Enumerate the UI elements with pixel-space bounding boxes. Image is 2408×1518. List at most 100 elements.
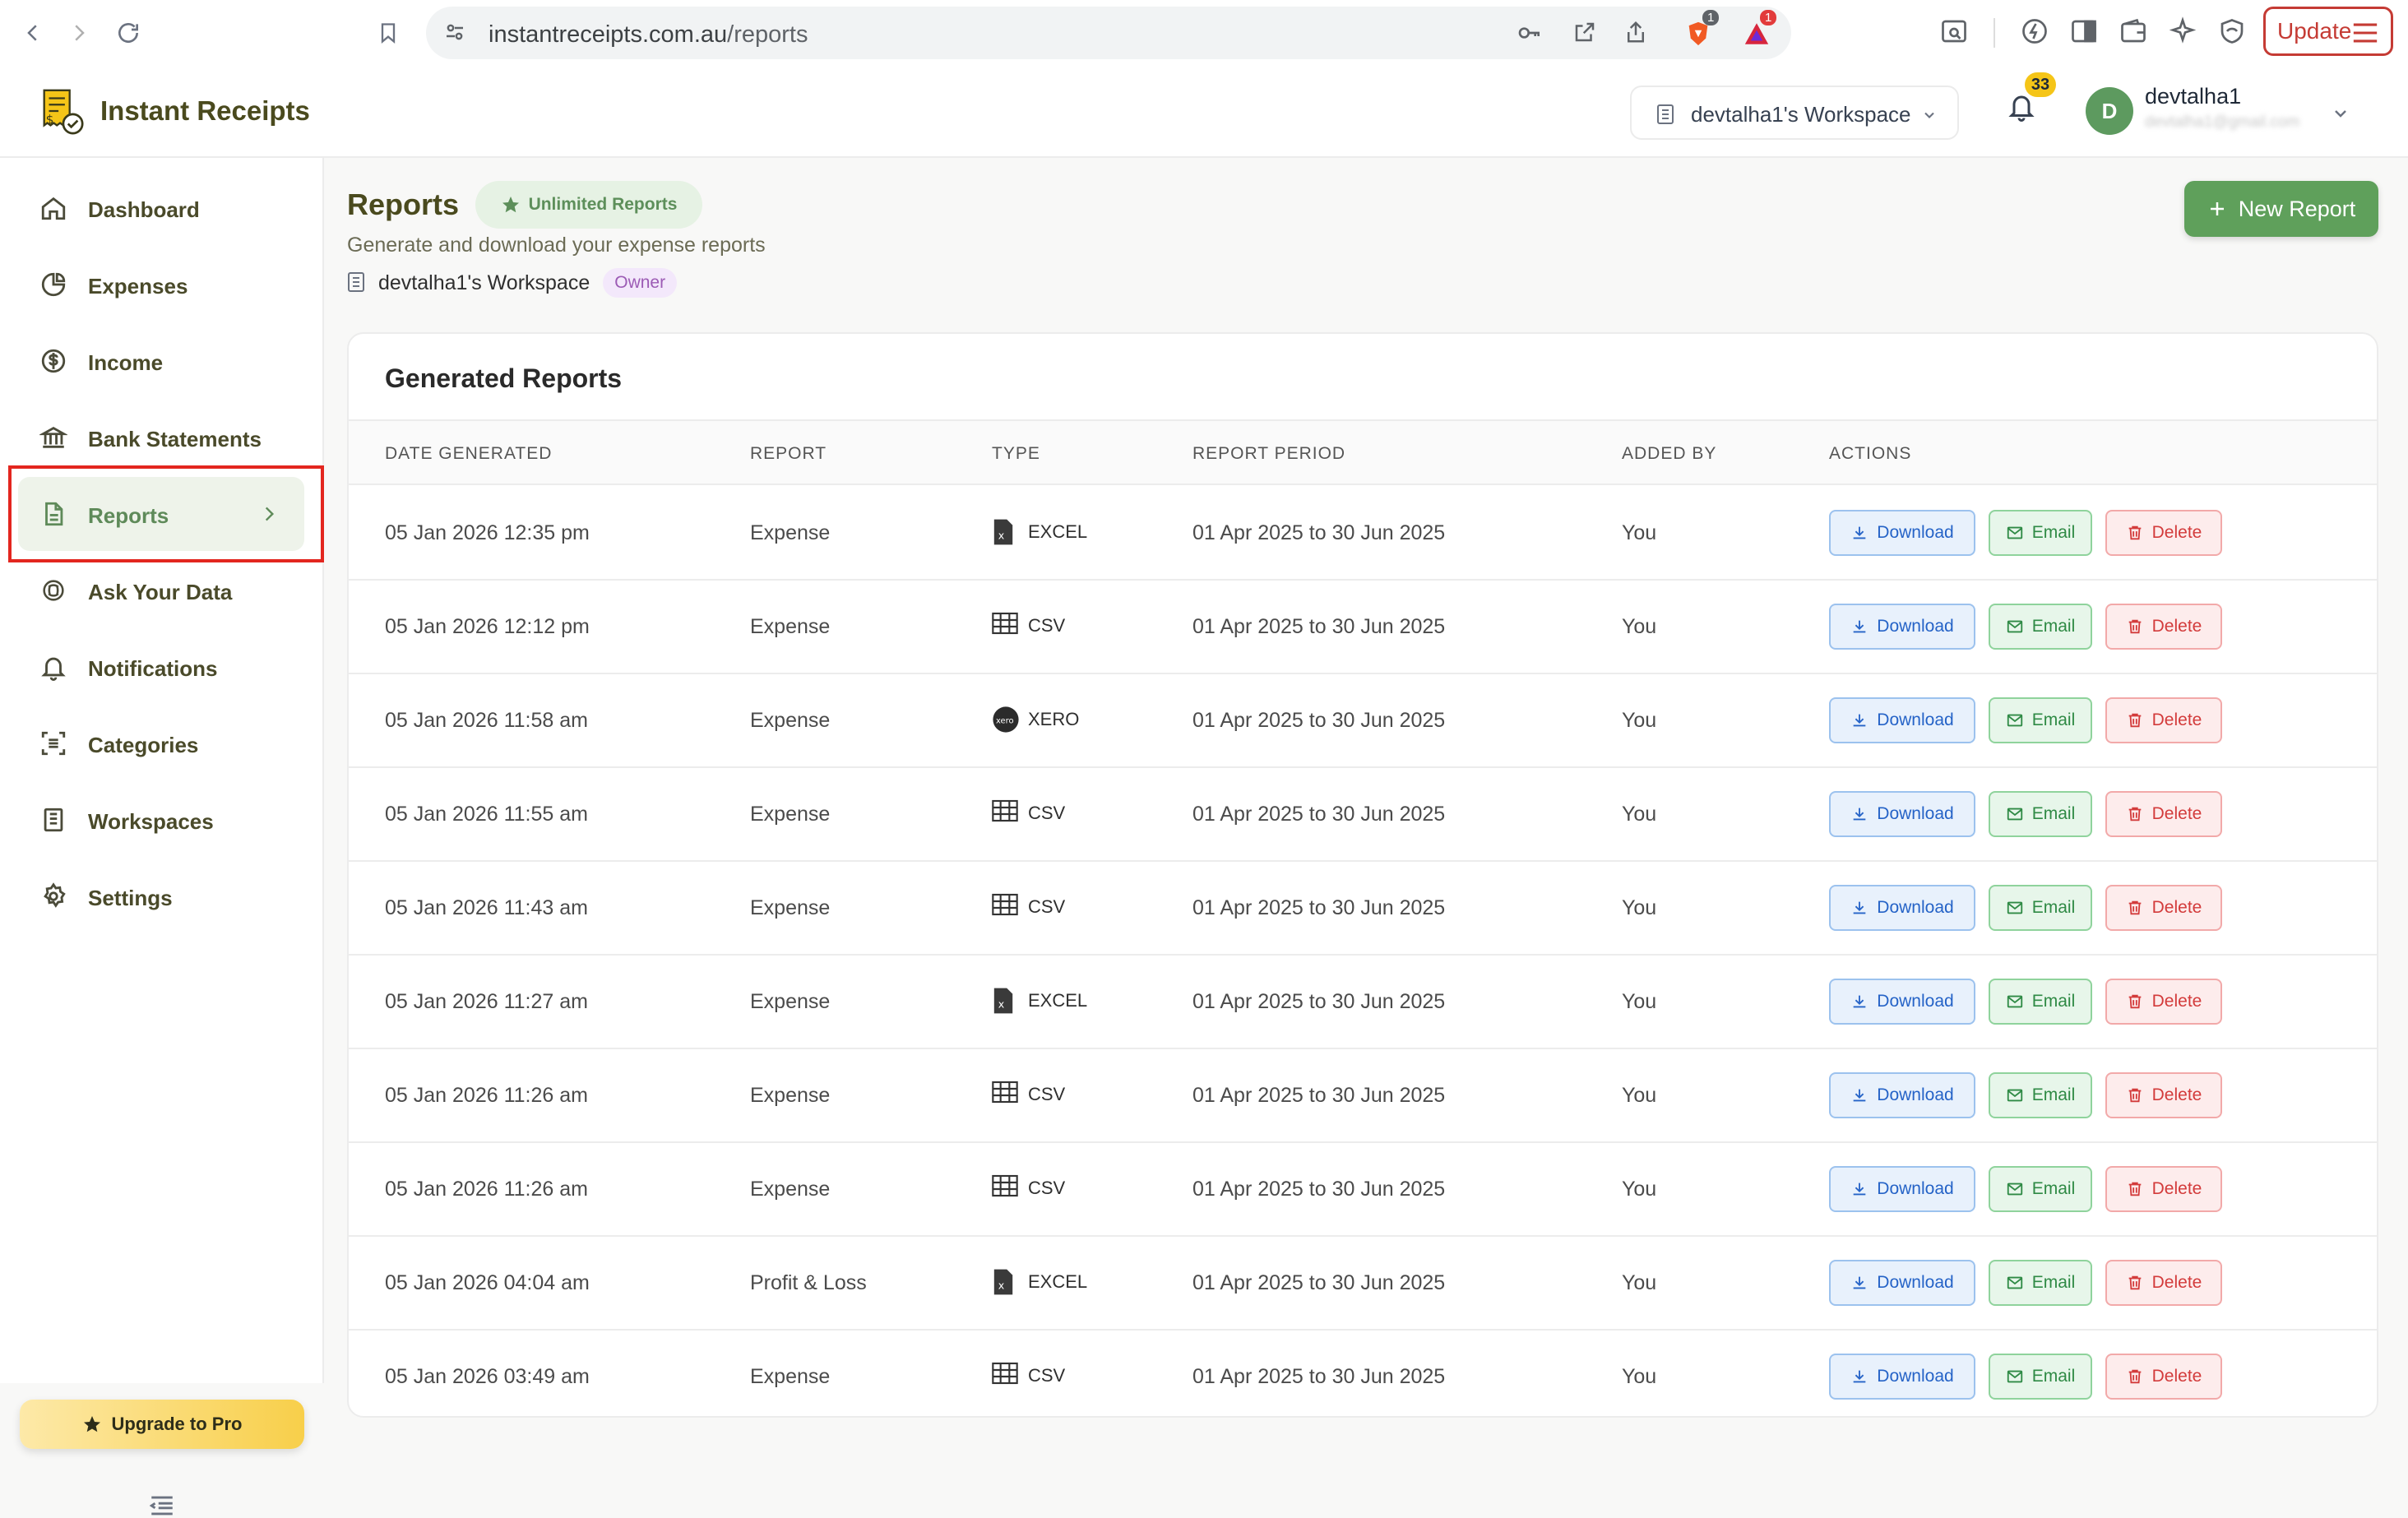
delete-label: Delete — [2151, 710, 2202, 729]
sidebar-toggle-icon[interactable] — [2069, 16, 2100, 48]
download-button[interactable]: Download — [1829, 1072, 1975, 1118]
home-icon — [39, 194, 67, 222]
upgrade-label: Upgrade to Pro — [111, 1414, 243, 1434]
delete-button[interactable]: Delete — [2105, 697, 2222, 743]
excel-icon: x — [992, 518, 1018, 546]
delete-button[interactable]: Delete — [2105, 604, 2222, 650]
added-by-cell: You — [1622, 709, 1657, 732]
avatar[interactable]: D — [2086, 87, 2133, 135]
sidebar-item-categories[interactable]: Categories — [18, 706, 304, 780]
leo-icon[interactable] — [2020, 16, 2051, 48]
delete-label: Delete — [2151, 804, 2202, 823]
forward-icon[interactable] — [61, 15, 97, 51]
collapse-sidebar-icon[interactable] — [148, 1493, 176, 1518]
delete-button[interactable]: Delete — [2105, 885, 2222, 931]
svg-text:x: x — [998, 529, 1005, 541]
wallet-icon[interactable] — [2119, 16, 2150, 48]
building-icon — [347, 271, 368, 294]
download-button[interactable]: Download — [1829, 697, 1975, 743]
update-label: Update — [2277, 18, 2352, 44]
email-button[interactable]: Email — [1989, 697, 2092, 743]
date-generated-cell: 05 Jan 2026 12:35 pm — [385, 521, 590, 544]
report-period-cell: 01 Apr 2025 to 30 Jun 2025 — [1192, 1365, 1446, 1388]
site-settings-icon[interactable] — [442, 20, 470, 48]
svg-text:x: x — [998, 1279, 1005, 1291]
user-name[interactable]: devtalha1 — [2145, 84, 2241, 109]
reload-icon[interactable] — [110, 15, 146, 51]
mail-icon — [2006, 899, 2024, 917]
address-bar[interactable]: instantreceipts.com.au/reports 1 1 — [426, 7, 1791, 59]
delete-button[interactable]: Delete — [2105, 1072, 2222, 1118]
delete-button[interactable]: Delete — [2105, 510, 2222, 556]
column-header: REPORT PERIOD — [1192, 444, 1346, 463]
type-cell: CSV — [992, 893, 1065, 921]
key-icon[interactable] — [1517, 20, 1544, 48]
table-icon — [992, 893, 1018, 921]
sidebar-item-expenses[interactable]: Expenses — [18, 248, 304, 322]
svg-text:$: $ — [46, 113, 54, 127]
sidebar-item-dashboard[interactable]: Dashboard — [18, 171, 304, 245]
type-cell: x EXCEL — [992, 987, 1087, 1015]
delete-button[interactable]: Delete — [2105, 979, 2222, 1025]
download-button[interactable]: Download — [1829, 1260, 1975, 1306]
type-label: CSV — [1028, 1365, 1066, 1386]
sidebar-item-ask-your-data[interactable]: Ask Your Data — [18, 553, 304, 627]
delete-button[interactable]: Delete — [2105, 1166, 2222, 1212]
delete-label: Delete — [2151, 1179, 2202, 1198]
upgrade-to-pro-button[interactable]: Upgrade to Pro — [20, 1400, 304, 1449]
back-icon[interactable] — [15, 15, 51, 51]
mail-icon — [2006, 524, 2024, 542]
table-row: 05 Jan 2026 12:35 pm Expense x EXCEL 01 Apr … — [349, 487, 2377, 581]
download-button[interactable]: Download — [1829, 1166, 1975, 1212]
update-button[interactable]: Update — [2263, 7, 2393, 56]
email-button[interactable]: Email — [1989, 885, 2092, 931]
email-button[interactable]: Email — [1989, 791, 2092, 837]
sidebar-item-settings[interactable]: Settings — [18, 859, 304, 933]
email-button[interactable]: Email — [1989, 979, 2092, 1025]
owner-badge: Owner — [603, 268, 678, 298]
column-header: DATE GENERATED — [385, 444, 553, 463]
share-icon[interactable] — [1623, 20, 1651, 48]
email-button[interactable]: Email — [1989, 1166, 2092, 1212]
delete-button[interactable]: Delete — [2105, 1354, 2222, 1400]
brand-name[interactable]: Instant Receipts — [100, 95, 310, 127]
download-button[interactable]: Download — [1829, 885, 1975, 931]
vpn-shield-icon[interactable] — [2217, 16, 2248, 48]
user-menu-chevron-icon[interactable] — [2331, 104, 2350, 123]
sidebar-item-bank-statements[interactable]: Bank Statements — [18, 400, 304, 474]
download-button[interactable]: Download — [1829, 791, 1975, 837]
reader-mode-icon[interactable] — [1939, 16, 1970, 48]
sparkle-icon[interactable] — [2168, 16, 2199, 48]
bookmark-icon[interactable] — [370, 15, 406, 51]
type-label: CSV — [1028, 1084, 1066, 1104]
column-header: REPORT — [750, 444, 827, 463]
type-label: XERO — [1028, 709, 1080, 729]
download-button[interactable]: Download — [1829, 604, 1975, 650]
workspace-selector[interactable]: devtalha1's Workspace — [1630, 86, 1959, 140]
download-button[interactable]: Download — [1829, 510, 1975, 556]
new-report-button[interactable]: New Report — [2184, 181, 2378, 237]
email-button[interactable]: Email — [1989, 1260, 2092, 1306]
email-button[interactable]: Email — [1989, 1354, 2092, 1400]
type-cell: CSV — [992, 799, 1065, 827]
report-cell: Expense — [750, 990, 831, 1013]
delete-button[interactable]: Delete — [2105, 791, 2222, 837]
download-button[interactable]: Download — [1829, 979, 1975, 1025]
sidebar-item-workspaces[interactable]: Workspaces — [18, 783, 304, 857]
delete-button[interactable]: Delete — [2105, 1260, 2222, 1306]
app-header: $ Instant Receipts devtalha1's Workspace… — [0, 66, 2408, 158]
sidebar-item-notifications[interactable]: Notifications — [18, 630, 304, 704]
date-generated-cell: 05 Jan 2026 11:26 am — [385, 1178, 588, 1201]
table-row: 05 Jan 2026 11:26 am Expense CSV 01 Apr 202… — [349, 1049, 2377, 1143]
open-external-icon[interactable] — [1572, 20, 1600, 48]
added-by-cell: You — [1622, 1084, 1657, 1107]
row-actions: Download Email Delete — [1829, 791, 2222, 837]
date-generated-cell: 05 Jan 2026 04:04 am — [385, 1271, 590, 1294]
sidebar-item-income[interactable]: Income — [18, 324, 304, 398]
email-button[interactable]: Email — [1989, 510, 2092, 556]
report-period-cell: 01 Apr 2025 to 30 Jun 2025 — [1192, 521, 1446, 544]
email-button[interactable]: Email — [1989, 1072, 2092, 1118]
email-button[interactable]: Email — [1989, 604, 2092, 650]
download-icon — [1850, 618, 1869, 636]
download-button[interactable]: Download — [1829, 1354, 1975, 1400]
